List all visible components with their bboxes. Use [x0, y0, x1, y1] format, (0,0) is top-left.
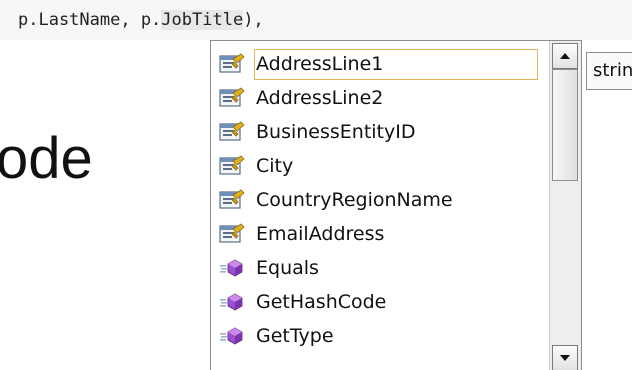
completion-item-label: Equals	[256, 256, 319, 279]
background-slide-text: ode	[0, 126, 93, 191]
completion-item-emailaddress[interactable]: EmailAddress	[215, 217, 545, 251]
completion-item-gethashcode[interactable]: GetHashCode	[215, 285, 545, 319]
completion-item-label: BusinessEntityID	[256, 120, 416, 143]
tooltip-text: strin	[593, 60, 632, 81]
screenshot-stage: p.LastName, p.JobTitle), ode AddressLine…	[0, 0, 632, 370]
property-icon	[219, 155, 245, 177]
arrow-down-icon	[560, 355, 570, 361]
code-text: p.LastName, p.JobTitle),	[18, 10, 264, 30]
completion-item-label: GetHashCode	[256, 290, 387, 313]
completion-item-addressline2[interactable]: AddressLine2	[215, 81, 545, 115]
property-icon	[219, 223, 245, 245]
completion-item-label: EmailAddress	[256, 222, 385, 245]
completion-item-label: City	[256, 154, 294, 177]
property-icon	[219, 189, 245, 211]
completion-list[interactable]: AddressLine1 AddressLine2 BusinessEntity…	[211, 41, 549, 370]
type-tooltip: strin	[586, 52, 632, 90]
intellisense-popup[interactable]: AddressLine1 AddressLine2 BusinessEntity…	[210, 40, 582, 370]
vertical-scrollbar[interactable]	[549, 41, 581, 370]
completion-item-label: AddressLine2	[256, 86, 384, 109]
scroll-down-button[interactable]	[552, 345, 578, 370]
code-editor-line[interactable]: p.LastName, p.JobTitle),	[0, 0, 632, 40]
completion-item-countryregionname[interactable]: CountryRegionName	[215, 183, 545, 217]
code-text-highlighted: JobTitle	[161, 10, 244, 30]
completion-item-label: AddressLine1	[254, 48, 538, 80]
scroll-thumb[interactable]	[552, 69, 578, 181]
property-icon	[219, 121, 245, 143]
completion-item-label: GetType	[256, 324, 334, 347]
code-text-after: ),	[243, 10, 264, 30]
completion-item-businessentityid[interactable]: BusinessEntityID	[215, 115, 545, 149]
completion-item-equals[interactable]: Equals	[215, 251, 545, 285]
scroll-up-button[interactable]	[552, 43, 578, 69]
completion-item-label: CountryRegionName	[256, 188, 453, 211]
property-icon	[219, 87, 245, 109]
completion-item-addressline1[interactable]: AddressLine1	[215, 47, 545, 81]
method-icon	[219, 257, 245, 279]
method-icon	[219, 325, 245, 347]
property-icon	[219, 53, 245, 75]
arrow-up-icon	[560, 53, 570, 59]
method-icon	[219, 291, 245, 313]
completion-item-city[interactable]: City	[215, 149, 545, 183]
completion-item-gettype[interactable]: GetType	[215, 319, 545, 353]
code-text-before: p.LastName, p.	[18, 10, 162, 30]
